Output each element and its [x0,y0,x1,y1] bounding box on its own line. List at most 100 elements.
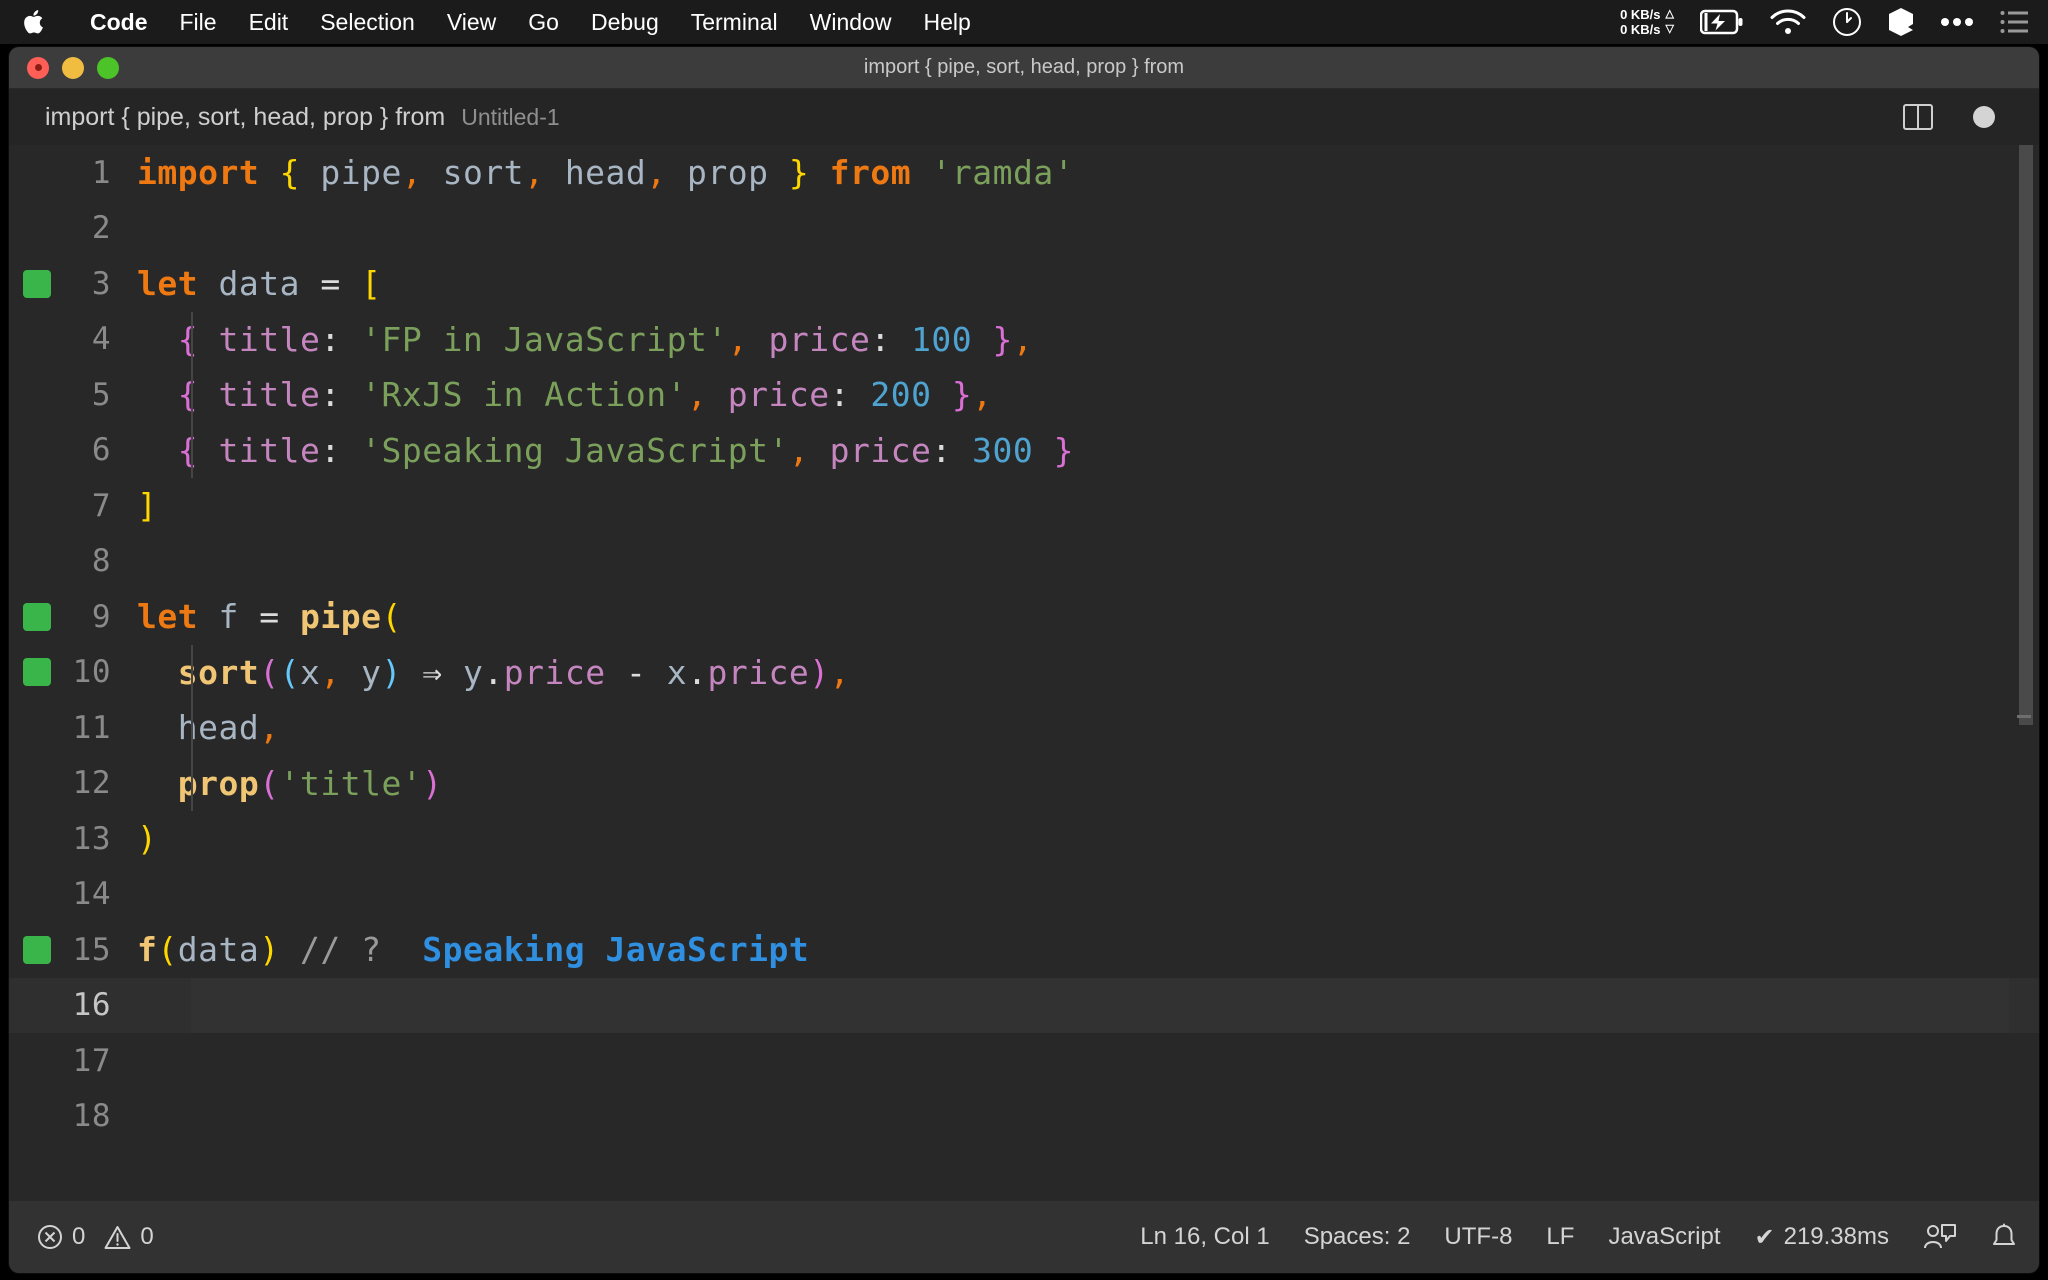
list-icon[interactable] [2000,10,2028,34]
unsaved-dot-icon[interactable] [1973,106,1995,128]
code-token: } [788,153,810,193]
menu-item-window[interactable]: Window [794,0,908,44]
code-line[interactable]: 3 let data = [ [9,256,2039,312]
code-token: price [727,375,830,415]
problems-indicator[interactable]: 0 0 [37,1223,154,1251]
menu-item-selection[interactable]: Selection [304,0,431,44]
minimize-button[interactable] [62,56,84,79]
close-button[interactable] [27,56,49,79]
breadcrumb-bar: import { pipe, sort, head, prop } from U… [9,89,2039,145]
code-token: ( [381,597,402,637]
menu-item-view[interactable]: View [431,0,512,44]
menu-item-file[interactable]: File [164,0,233,44]
menu-item-go[interactable]: Go [512,0,575,44]
traffic-light-buttons [9,56,119,79]
code-line[interactable]: 6 { title: 'Speaking JavaScript', price:… [9,422,2039,478]
code-line[interactable]: 17 [9,1033,2039,1089]
code-line[interactable]: 2 [9,201,2039,257]
scrollbar-thumb[interactable] [2019,145,2033,725]
menu-item-code[interactable]: Code [74,0,164,44]
battery-charging-icon[interactable] [1700,9,1744,35]
indent-guide [191,644,193,700]
language-mode[interactable]: JavaScript [1608,1223,1720,1251]
code-line[interactable]: 14 [9,867,2039,923]
zoom-button[interactable] [97,56,119,79]
code-line[interactable]: 13) [9,811,2039,867]
encoding-setting[interactable]: UTF-8 [1444,1223,1512,1251]
indentation-setting[interactable]: Spaces: 2 [1304,1223,1411,1251]
feedback-icon[interactable] [1923,1223,1957,1251]
code-line-text: { title: 'RxJS in Action', price: 200 }, [137,375,993,414]
breadcrumb-path[interactable]: import { pipe, sort, head, prop } from [45,103,445,132]
wifi-icon[interactable] [1770,9,1806,35]
apple-logo-icon[interactable] [22,7,48,37]
cube-icon[interactable] [1888,7,1914,37]
code-line-text: import { pipe, sort, head, prop } from '… [137,153,1074,192]
live-run-marker-icon [23,658,51,687]
code-token: ) [422,763,443,803]
editor-actions [1903,104,2015,130]
code-token: 'ramda' [931,153,1075,193]
code-line[interactable]: 7] [9,478,2039,534]
code-token: . [687,652,708,692]
code-line[interactable]: 1 import { pipe, sort, head, prop } from … [9,145,2039,201]
code-token: price [768,319,871,359]
code-token: 'title' [279,763,423,803]
code-line-text: ) [137,819,157,858]
code-token: { [177,319,199,359]
code-line[interactable]: 8 [9,534,2039,590]
code-line[interactable]: 11 head, [9,700,2039,756]
code-line[interactable]: 12 prop('title') [9,755,2039,811]
code-line-text: sort((x, y) ⇒ y.price - x.price), [137,653,850,692]
code-line[interactable]: 5 { title: 'RxJS in Action', price: 200 … [9,367,2039,423]
code-token: : [870,319,891,359]
code-line-text: let data = [ [137,264,381,303]
breadcrumb-filename[interactable]: Untitled-1 [461,104,559,131]
code-token: price [503,652,606,692]
clock-icon[interactable] [1832,7,1862,37]
menu-item-help[interactable]: Help [907,0,986,44]
code-editor[interactable]: 1 import { pipe, sort, head, prop } from … [9,145,2039,1201]
network-speed-indicator[interactable]: 0 KB/s 0 KB/s △ ▽ [1620,7,1674,37]
menu-item-terminal[interactable]: Terminal [675,0,794,44]
quokka-status[interactable]: ✔ 219.38ms [1754,1223,1889,1252]
code-line[interactable]: 4 { title: 'FP in JavaScript', price: 10… [9,311,2039,367]
editor-vertical-scrollbar[interactable] [2017,145,2035,1201]
code-token: , [1012,319,1034,359]
ellipsis-icon[interactable] [1940,17,1974,27]
code-token: : [931,430,952,470]
code-token: = [259,597,280,637]
code-token: y [361,652,382,692]
code-token: let [137,597,199,637]
menu-item-debug[interactable]: Debug [575,0,675,44]
code-token: { [177,430,199,470]
eol-setting[interactable]: LF [1546,1223,1574,1251]
code-token: 100 [911,319,973,359]
code-line[interactable]: 15 f(data) // ? Speaking JavaScript [9,922,2039,978]
code-line[interactable]: 18 [9,1089,2039,1145]
bell-icon[interactable] [1991,1223,2017,1251]
split-editor-icon[interactable] [1903,104,1933,130]
code-line[interactable]: 9 let f = pipe( [9,589,2039,645]
line-number: 12 [72,765,111,802]
code-token: data [177,930,260,970]
code-line[interactable]: 16 [9,977,2039,1033]
code-token: } [992,319,1013,359]
code-token: [ [361,264,382,304]
code-lines-container[interactable]: 1 import { pipe, sort, head, prop } from … [9,145,2039,1144]
code-token: price [707,652,810,692]
code-token: , [524,153,545,193]
menu-item-edit[interactable]: Edit [233,0,305,44]
cursor-position[interactable]: Ln 16, Col 1 [1140,1223,1269,1251]
code-line[interactable]: 10 sort((x, y) ⇒ y.price - x.price), [9,644,2039,700]
